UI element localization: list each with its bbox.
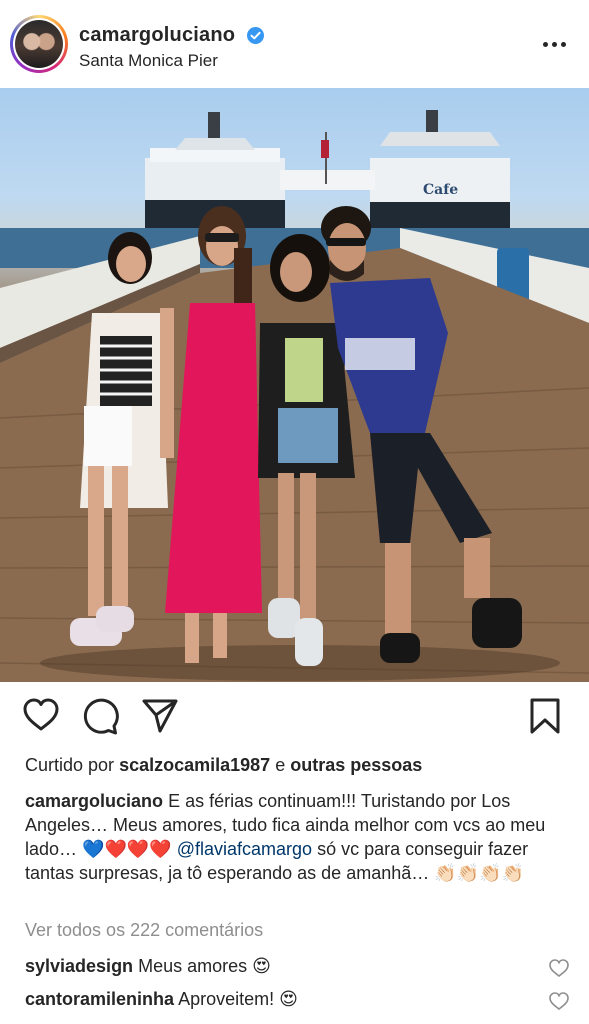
cafe-sign: Cafe — [423, 182, 458, 198]
comment-emoji: 😍 — [252, 956, 271, 976]
comment-emoji: 😍 — [279, 989, 298, 1009]
comment-text: Meus amores — [138, 956, 248, 976]
post-photo[interactable]: Cafe — [0, 88, 589, 682]
comment-like-heart-icon[interactable] — [548, 991, 570, 1011]
share-icon[interactable] — [140, 696, 180, 736]
caption-username[interactable]: camargoluciano — [25, 791, 163, 811]
comment-text: Aproveitem! — [178, 989, 275, 1009]
caption-mention[interactable]: @flaviafcamargo — [177, 839, 312, 859]
likes-summary[interactable]: Curtido por scalzocamila1987 e outras pe… — [25, 755, 422, 776]
comment-icon[interactable] — [80, 696, 120, 736]
view-all-comments-link[interactable]: Ver todos os 222 comentários — [25, 920, 263, 941]
comment-user[interactable]: sylviadesign — [25, 956, 133, 976]
likes-others[interactable]: outras pessoas — [290, 755, 422, 775]
action-bar — [0, 696, 589, 740]
caption-emojis: 💙❤️❤️❤️ — [82, 839, 172, 859]
likes-joiner: e — [275, 755, 286, 775]
post-caption: camargoluciano E as férias continuam!!! … — [25, 789, 577, 885]
bookmark-icon[interactable] — [525, 696, 565, 736]
post-username[interactable]: camargoluciano — [79, 24, 235, 47]
avatar[interactable] — [10, 15, 68, 73]
likes-prefix: Curtido por — [25, 755, 115, 775]
comment-row: sylviadesign Meus amores 😍 — [25, 956, 271, 977]
verified-badge-icon — [247, 27, 264, 44]
caption-emojis-2: 👏🏻👏🏻👏🏻👏🏻 — [434, 863, 524, 883]
comment-row: cantoramileninha Aproveitem! 😍 — [25, 989, 298, 1010]
more-options-icon[interactable] — [540, 36, 570, 52]
comment-user[interactable]: cantoramileninha — [25, 989, 174, 1009]
post-location[interactable]: Santa Monica Pier — [79, 51, 218, 71]
post-header: camargoluciano Santa Monica Pier — [0, 0, 589, 88]
comment-like-heart-icon[interactable] — [548, 958, 570, 978]
heart-icon[interactable] — [21, 696, 61, 736]
likes-user[interactable]: scalzocamila1987 — [119, 755, 270, 775]
